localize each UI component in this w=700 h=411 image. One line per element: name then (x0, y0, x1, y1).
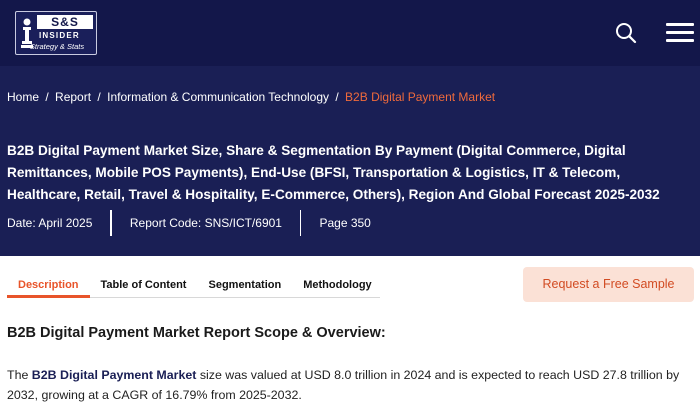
logo-brand-text: S&S (37, 15, 93, 29)
tab-methodology[interactable]: Methodology (292, 272, 382, 298)
report-tabs: Description Table of Content Segmentatio… (7, 272, 380, 298)
site-logo[interactable]: S&S INSIDER Strategy & Stats (15, 11, 97, 55)
tab-description[interactable]: Description (7, 272, 90, 298)
breadcrumb-home[interactable]: Home (7, 90, 39, 104)
breadcrumb-separator: / (335, 90, 339, 104)
request-free-sample-button[interactable]: Request a Free Sample (523, 267, 694, 302)
report-pages: Page 350 (319, 216, 371, 230)
hamburger-menu-icon[interactable] (666, 23, 694, 43)
overview-paragraph: The B2B Digital Payment Market size was … (7, 365, 697, 405)
report-meta: Date: April 2025 Report Code: SNS/ICT/69… (7, 210, 371, 236)
breadcrumb-separator: / (97, 90, 101, 104)
top-navigation-bar: S&S INSIDER Strategy & Stats (0, 0, 700, 66)
search-icon (616, 23, 637, 44)
tab-table-of-content[interactable]: Table of Content (90, 272, 198, 298)
breadcrumb-report[interactable]: Report (55, 90, 91, 104)
report-date: Date: April 2025 (7, 216, 93, 230)
meta-divider (299, 210, 302, 236)
section-title: B2B Digital Payment Market Report Scope … (7, 325, 386, 341)
report-title: B2B Digital Payment Market Size, Share &… (7, 143, 660, 202)
overview-market-name: B2B Digital Payment Market (31, 368, 197, 382)
tab-segmentation[interactable]: Segmentation (197, 272, 292, 298)
logo-insider-text: INSIDER (39, 31, 80, 40)
breadcrumb-current: B2B Digital Payment Market (345, 90, 496, 104)
meta-divider (110, 210, 112, 236)
report-hero-banner: Home / Report / Information & Communicat… (0, 66, 700, 256)
overview-prefix: The (7, 368, 32, 382)
report-code: Report Code: SNS/ICT/6901 (129, 216, 282, 230)
search-button[interactable] (614, 21, 638, 45)
breadcrumb-category[interactable]: Information & Communication Technology (107, 90, 329, 104)
breadcrumb: Home / Report / Information & Communicat… (7, 90, 495, 104)
breadcrumb-separator: / (45, 90, 49, 104)
logo-tagline: Strategy & Stats (29, 42, 85, 51)
